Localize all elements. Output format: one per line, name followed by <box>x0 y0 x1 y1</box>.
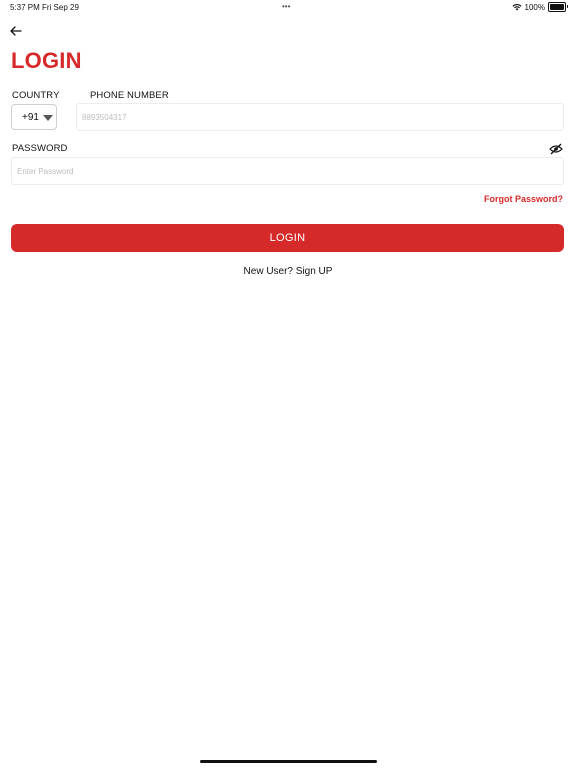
back-button[interactable] <box>9 24 23 38</box>
password-input[interactable] <box>11 157 564 185</box>
status-right: 100% <box>512 2 568 12</box>
battery-percent: 100% <box>524 2 545 12</box>
country-code-value: +91 <box>22 111 39 123</box>
phone-number-input[interactable] <box>76 103 564 131</box>
country-code-select[interactable]: +91 <box>11 104 57 130</box>
status-bar: 5:37 PM Fri Sep 29 ••• 100% <box>0 0 576 16</box>
login-button[interactable]: LOGIN <box>11 224 564 252</box>
eye-off-icon <box>549 143 563 155</box>
status-time: 5:37 PM <box>10 3 40 12</box>
password-visibility-toggle[interactable] <box>549 142 563 155</box>
signup-link[interactable]: New User? Sign UP <box>0 266 576 277</box>
forgot-password-link[interactable]: Forgot Password? <box>484 194 563 204</box>
multitasking-dots[interactable]: ••• <box>282 2 290 11</box>
password-label: PASSWORD <box>12 143 68 154</box>
country-label: COUNTRY <box>12 90 60 101</box>
caret-down-icon <box>43 115 53 121</box>
home-indicator[interactable] <box>200 760 377 763</box>
arrow-left-icon <box>10 26 22 36</box>
status-date: Fri Sep 29 <box>42 3 79 12</box>
page-title: LOGIN <box>11 48 82 73</box>
phone-number-label: PHONE NUMBER <box>90 90 169 101</box>
wifi-icon <box>512 4 522 11</box>
battery-icon <box>548 2 568 12</box>
